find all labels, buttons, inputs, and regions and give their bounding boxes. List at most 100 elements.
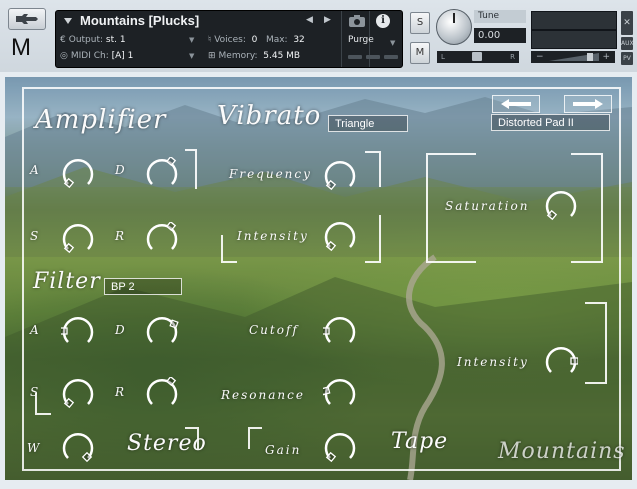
next-instrument-icon[interactable]: ▶	[324, 15, 331, 25]
cutoff-knob[interactable]	[323, 315, 357, 349]
saturation-intensity-knob[interactable]	[544, 345, 578, 379]
prev-preset-button[interactable]	[492, 95, 540, 113]
pv-button[interactable]: PV	[621, 52, 633, 65]
filter-title: Filter	[33, 269, 101, 294]
amp-release-knob[interactable]	[145, 222, 179, 256]
aux-button[interactable]: AUX	[621, 37, 634, 50]
next-preset-button[interactable]	[564, 95, 612, 113]
purge-menu[interactable]: Purge ▼	[348, 33, 398, 47]
vibrato-wave-menu[interactable]: Triangle	[328, 115, 408, 132]
bracket-decoration	[585, 302, 607, 384]
filter-release-knob[interactable]	[145, 377, 179, 411]
filter-sustain-knob[interactable]	[61, 377, 95, 411]
tune-label: Tune	[474, 10, 526, 23]
gain-label: Gain	[265, 443, 302, 457]
amp-decay-knob[interactable]	[145, 157, 179, 191]
bracket-decoration	[248, 427, 262, 449]
instrument-name[interactable]: Mountains [Plucks]	[80, 13, 199, 28]
bracket-decoration	[185, 427, 199, 449]
vibrato-intensity-knob[interactable]	[323, 220, 357, 254]
arrow-left-icon	[501, 99, 531, 109]
filter-decay-label: D	[115, 323, 127, 337]
purge-meter	[348, 55, 362, 59]
midi-channel-value: [A] 1	[111, 51, 134, 61]
wrench-icon	[16, 14, 38, 24]
amp-attack-knob[interactable]	[61, 157, 95, 191]
multi-logo: M	[11, 34, 31, 61]
filter-attack-knob[interactable]	[61, 315, 95, 349]
brand-logo-mountains: Mountains	[498, 439, 626, 464]
voices-row: ♮ Voices: 0 Max: 32	[208, 35, 305, 45]
volume-ramp-icon	[549, 53, 599, 61]
output-dropdown-arrow-icon[interactable]: ▼	[189, 36, 194, 44]
output-value: st. 1	[105, 35, 126, 45]
saturation-knob[interactable]	[544, 189, 578, 223]
tune-knob[interactable]	[436, 9, 472, 45]
pan-left-label: L	[441, 53, 445, 61]
vibrato-title: Vibrato	[217, 101, 322, 131]
gain-knob[interactable]	[323, 431, 357, 465]
settings-wrench-button[interactable]	[8, 8, 46, 30]
saturation-label: Saturation	[445, 199, 530, 213]
max-voices-value[interactable]: 32	[293, 35, 304, 45]
divider	[341, 11, 342, 67]
output-icon: €	[60, 35, 66, 45]
kontakt-header: M Mountains [Plucks] ◀ ▶ i € Output: st. …	[0, 0, 637, 72]
instrument-header-panel: Mountains [Plucks] ◀ ▶ i € Output: st. 1 …	[55, 10, 403, 68]
width-label: W	[27, 441, 42, 455]
level-meter-left	[531, 11, 617, 30]
instrument-panel: Amplifier Vibrato Triangle Distorted Pad…	[5, 77, 632, 480]
amp-attack-label: A	[30, 163, 41, 177]
memory-icon: ⊞	[208, 51, 216, 61]
pan-right-label: R	[510, 53, 515, 61]
amp-decay-label: D	[115, 163, 127, 177]
pan-handle[interactable]	[472, 52, 482, 61]
midi-icon: ◎	[60, 51, 68, 61]
bracket-decoration	[185, 149, 197, 189]
mute-button[interactable]: M	[410, 42, 430, 64]
camera-icon[interactable]	[348, 14, 366, 28]
midi-channel-row[interactable]: ◎ MIDI Ch: [A] 1	[60, 49, 133, 63]
purge-dropdown-arrow-icon: ▼	[390, 39, 396, 47]
vibrato-frequency-label: Frequency	[229, 167, 312, 181]
cutoff-label: Cutoff	[249, 323, 299, 337]
amp-release-label: R	[115, 229, 127, 243]
voices-icon: ♮	[208, 35, 212, 45]
volume-plus-label: +	[602, 52, 610, 62]
resonance-label: Resonance	[221, 388, 305, 402]
close-icon[interactable]: ✕	[621, 11, 633, 35]
vibrato-frequency-knob[interactable]	[323, 159, 357, 193]
resonance-knob[interactable]	[323, 377, 357, 411]
bracket-decoration	[365, 215, 381, 263]
midi-dropdown-arrow-icon[interactable]: ▼	[189, 52, 194, 60]
bracket-decoration	[35, 393, 51, 415]
stereo-width-knob[interactable]	[61, 431, 95, 465]
tune-value[interactable]: 0.00	[474, 28, 526, 43]
instrument-menu-arrow-icon[interactable]	[64, 18, 72, 24]
pan-slider[interactable]: L R	[437, 51, 519, 63]
purge-meter	[366, 55, 380, 59]
filter-release-label: R	[115, 385, 127, 399]
filter-type-menu[interactable]: BP 2	[104, 278, 182, 295]
volume-minus-label: −	[536, 52, 544, 62]
output-row[interactable]: € Output: st. 1	[60, 33, 126, 47]
solo-button[interactable]: S	[410, 12, 430, 34]
saturation-intensity-label: Intensity	[457, 355, 529, 369]
prev-instrument-icon[interactable]: ◀	[306, 15, 313, 25]
filter-decay-knob[interactable]	[145, 315, 179, 349]
vibrato-intensity-label: Intensity	[237, 229, 309, 243]
level-meter-right	[531, 30, 617, 49]
volume-slider[interactable]: − +	[531, 51, 615, 63]
tape-title: Tape	[391, 429, 449, 454]
bracket-decoration	[365, 151, 381, 187]
amplifier-title: Amplifier	[35, 105, 167, 135]
voices-value: 0	[251, 35, 258, 45]
memory-value: 5.45 MB	[263, 51, 301, 61]
purge-meter	[384, 55, 398, 59]
info-icon[interactable]: i	[376, 14, 390, 28]
filter-attack-label: A	[30, 323, 41, 337]
preset-menu[interactable]: Distorted Pad II	[491, 114, 610, 131]
amp-sustain-label: S	[30, 229, 41, 243]
bracket-decoration	[221, 235, 237, 263]
amp-sustain-knob[interactable]	[61, 222, 95, 256]
